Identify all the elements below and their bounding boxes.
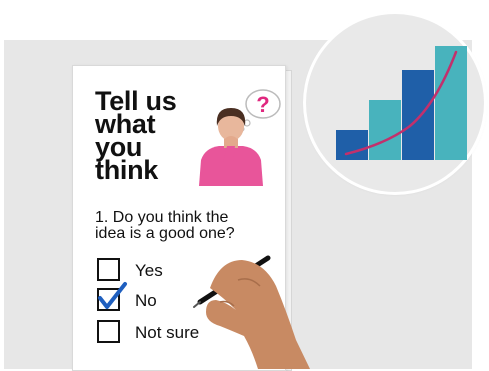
check-mark-icon bbox=[98, 282, 127, 309]
option-label: No bbox=[135, 291, 157, 310]
hand-with-pen-illustration bbox=[193, 255, 310, 369]
thought-bubble-question-mark: ? bbox=[256, 92, 269, 117]
person-thinking-illustration: ? bbox=[199, 89, 281, 186]
option-label: Yes bbox=[135, 261, 163, 280]
question-text: 1. Do you think the idea is a good one? bbox=[95, 209, 235, 242]
checkbox-not-sure[interactable] bbox=[97, 320, 120, 343]
checkbox-yes[interactable] bbox=[97, 258, 120, 281]
form-title: Tell us what you think bbox=[95, 86, 177, 185]
bar-chart-icon-circle bbox=[306, 14, 484, 192]
bar-chart-icon bbox=[336, 46, 467, 160]
